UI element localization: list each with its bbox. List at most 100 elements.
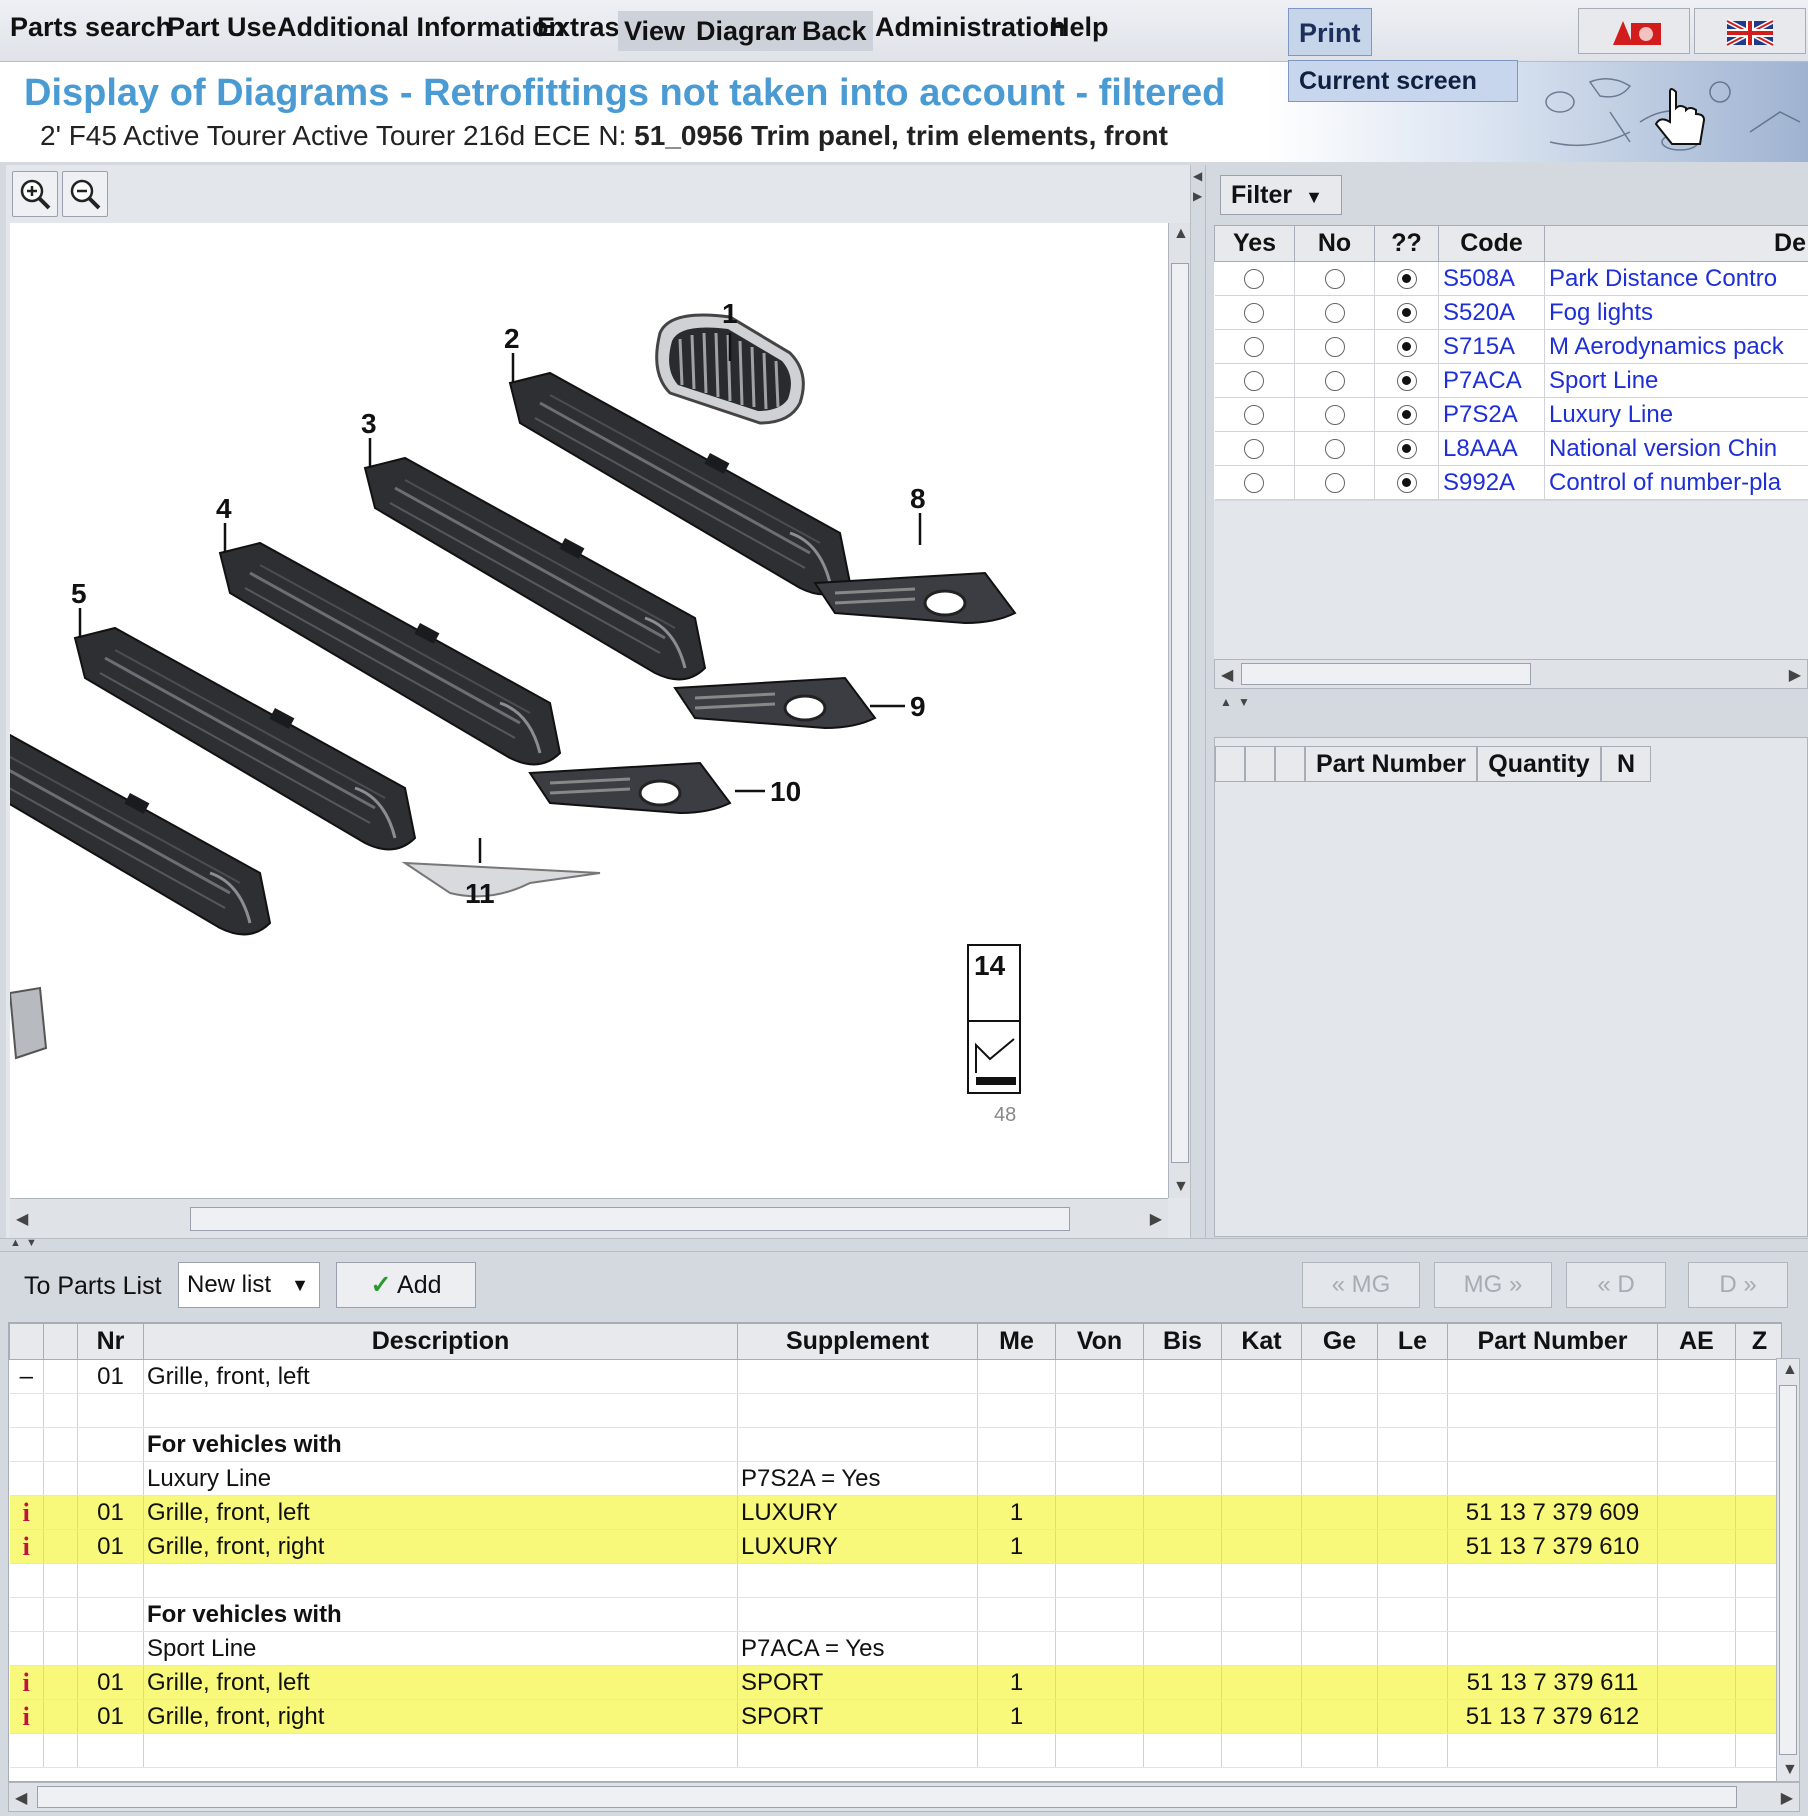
filter-description[interactable]: Fog lights [1544,295,1808,330]
filter-yes-cell[interactable] [1214,295,1295,330]
scroll-left-icon[interactable]: ◀ [15,1788,27,1808]
collapse-up-icon[interactable]: ▲ [1220,695,1232,709]
radio-yes[interactable] [1244,439,1265,460]
callout-10[interactable]: 10 [770,776,801,807]
filter-row[interactable]: S992A Control of number-pla [1214,465,1808,500]
col-ge[interactable]: Ge [1301,1323,1378,1360]
menu-additional-information[interactable]: Additional Information [277,12,565,43]
prev-main-group-button[interactable]: « MG [1302,1262,1420,1308]
filter-description[interactable]: M Aerodynamics pack [1544,329,1808,364]
radio-unknown-selected[interactable] [1396,337,1417,358]
col-part-number[interactable]: Part Number [1305,746,1477,782]
parts-hscroll-thumb[interactable] [37,1786,1737,1808]
col-part-number[interactable]: Part Number [1447,1323,1658,1360]
filter-no-cell[interactable] [1294,295,1375,330]
radio-yes[interactable] [1244,337,1265,358]
col-supplement[interactable]: Supplement [737,1323,978,1360]
info-icon[interactable]: i [9,1495,44,1530]
table-row[interactable] [9,1733,1781,1768]
collapse-left-icon[interactable]: ◀ [1193,169,1202,183]
filter-row[interactable]: P7ACA Sport Line [1214,363,1808,398]
cell-part-number[interactable] [1447,1461,1658,1496]
filter-description[interactable]: National version Chin [1544,431,1808,466]
info-icon[interactable]: i [9,1699,44,1734]
collapse-down-icon[interactable]: ▼ [26,1237,37,1249]
radio-unknown-selected[interactable] [1396,439,1417,460]
filter-description[interactable]: Sport Line [1544,363,1808,398]
table-row[interactable]: i 01 Grille, front, right SPORT 1 51 13 7 379… [9,1699,1781,1734]
callout-5[interactable]: 5 [71,578,87,609]
scroll-right-icon[interactable]: ▶ [1789,665,1801,685]
filter-yes-cell[interactable] [1214,397,1295,432]
filter-yes-cell[interactable] [1214,431,1295,466]
col-quantity[interactable]: Quantity [1477,746,1601,782]
cell-part-number[interactable] [1447,1631,1658,1666]
horizontal-splitter[interactable]: ▲ ▼ [0,1237,1808,1252]
menu-parts-search[interactable]: Parts search [10,12,172,43]
menu-part-use[interactable]: Part Use [167,12,277,43]
cell-part-number[interactable]: 51 13 7 379 612 [1447,1699,1658,1734]
filter-unknown-cell[interactable] [1374,295,1439,330]
next-main-group-button[interactable]: MG » [1434,1262,1552,1308]
col-kat[interactable]: Kat [1221,1323,1302,1360]
add-button[interactable]: ✓ Add [336,1262,476,1308]
radio-yes[interactable] [1244,371,1265,392]
zoom-out-button[interactable] [62,171,108,217]
vertical-splitter[interactable]: ◀ ▶ [1190,165,1206,1238]
radio-no[interactable] [1324,371,1345,392]
filter-hscroll-thumb[interactable] [1241,663,1531,685]
filter-horizontal-scrollbar[interactable]: ◀ ▶ [1214,659,1808,689]
filter-row[interactable]: L8AAA National version Chin [1214,431,1808,466]
col-code[interactable]: Code [1438,225,1545,262]
callout-3[interactable]: 3 [361,408,377,439]
table-row[interactable]: i 01 Grille, front, right LUXURY 1 51 13 7 37… [9,1529,1781,1564]
menu-back[interactable]: Back [796,11,873,51]
callout-4[interactable]: 4 [216,493,232,524]
filter-yes-cell[interactable] [1214,465,1295,500]
radio-yes[interactable] [1244,405,1265,426]
radio-no[interactable] [1324,303,1345,324]
col-unknown[interactable]: ?? [1374,225,1439,262]
scroll-up-icon[interactable]: ▲ [1782,1361,1798,1379]
filter-row[interactable]: P7S2A Luxury Line [1214,397,1808,432]
filter-code[interactable]: S715A [1438,329,1545,364]
filter-no-cell[interactable] [1294,397,1375,432]
filter-button[interactable]: Filter ▼ [1220,175,1342,215]
radio-no[interactable] [1324,405,1345,426]
scroll-down-icon[interactable]: ▼ [1173,1178,1189,1196]
col-no[interactable]: No [1294,225,1375,262]
scroll-up-icon[interactable]: ▲ [1173,225,1189,243]
radio-unknown-selected[interactable] [1396,303,1417,324]
cell-part-number[interactable] [1447,1393,1658,1428]
filter-unknown-cell[interactable] [1374,261,1439,296]
menu-administration[interactable]: Administration [875,12,1066,43]
table-row[interactable] [9,1563,1781,1598]
col-description[interactable]: Description [143,1323,738,1360]
filter-description[interactable]: Control of number-pla [1544,465,1808,500]
table-row[interactable]: Luxury Line P7S2A = Yes [9,1461,1781,1496]
filter-yes-cell[interactable] [1214,261,1295,296]
collapse-up-icon[interactable]: ▲ [10,1237,21,1249]
cell-part-number[interactable]: 51 13 7 379 609 [1447,1495,1658,1530]
menu-view[interactable]: View [618,11,692,51]
next-diagram-button[interactable]: D » [1688,1262,1788,1308]
parts-list-select[interactable]: New list ▼ [178,1262,320,1308]
filter-no-cell[interactable] [1294,329,1375,364]
diagram-canvas[interactable]: 1 2 3 4 5 8 9 10 11 14 48 [10,223,1168,1198]
callout-8[interactable]: 8 [910,483,926,514]
col-bis[interactable]: Bis [1143,1323,1222,1360]
filter-unknown-cell[interactable] [1374,363,1439,398]
radio-no[interactable] [1324,269,1345,290]
col-ae[interactable]: AE [1657,1323,1736,1360]
filter-code[interactable]: S992A [1438,465,1545,500]
callout-11[interactable]: 11 [465,878,495,909]
diagram-vertical-scrollbar[interactable]: ▲ ▼ [1168,223,1190,1198]
diagram-hscroll-thumb[interactable] [190,1207,1070,1231]
menu-print[interactable]: Print [1288,8,1372,56]
filter-code[interactable]: L8AAA [1438,431,1545,466]
table-row[interactable]: i 01 Grille, front, left LUXURY 1 51 13 7 379… [9,1495,1781,1530]
language-flag-button[interactable] [1694,8,1806,54]
col-z[interactable]: Z [1735,1323,1781,1360]
menu-diagram[interactable]: Diagram [690,11,811,51]
table-row[interactable]: For vehicles with [9,1427,1781,1462]
